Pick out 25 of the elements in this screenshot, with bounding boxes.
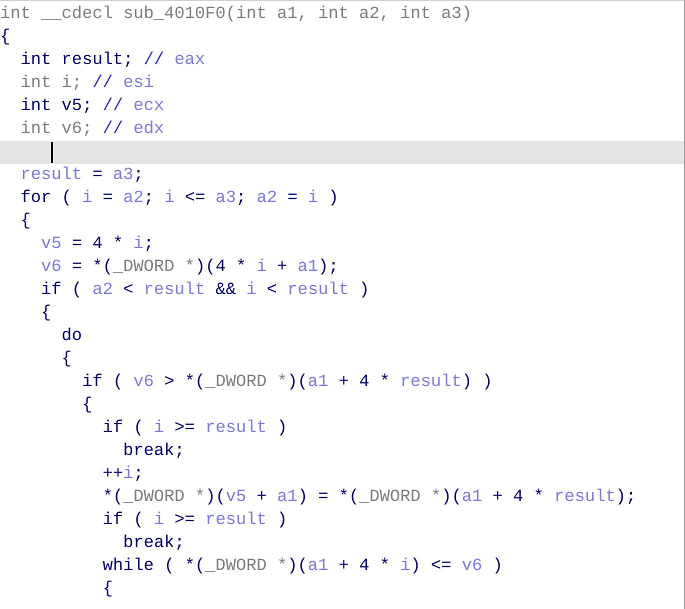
code-line: {	[81, 395, 92, 417]
code-line: v6 = *(_DWORD *)(4 * i + a1);	[40, 257, 339, 279]
code-line: break;	[122, 533, 185, 555]
code-line: int i; // esi	[20, 73, 154, 95]
code-line: result = a3;	[20, 165, 144, 187]
code-line: if ( v6 > *(_DWORD *)(a1 + 4 * result) )	[81, 372, 492, 394]
code-line: *(_DWORD *)(v5 + a1) = *(_DWORD *)(a1 + 4 * result);	[102, 487, 636, 509]
code-line: ++i;	[102, 464, 144, 486]
code-line: if ( i >= result )	[102, 418, 288, 440]
code-line: for ( i = a2; i <= a3; a2 = i )	[20, 188, 339, 210]
code-line: do	[60, 326, 82, 348]
code-line: {	[0, 27, 10, 49]
code-line: {	[102, 579, 113, 601]
code-line: int result; // eax	[20, 50, 206, 72]
code-line: {	[60, 349, 72, 371]
code-line: {	[40, 303, 52, 325]
code-line: if ( a2 < result && i < result )	[40, 280, 370, 302]
code-line: while ( *(_DWORD *)(a1 + 4 * i) <= v6 )	[102, 556, 503, 578]
code-line: v5 = 4 * i;	[40, 234, 154, 256]
code-line: break;	[122, 441, 185, 463]
code-line: {	[20, 211, 31, 233]
code-line: int v5; // ecx	[20, 96, 164, 118]
code-line: int v6; // edx	[20, 119, 164, 141]
code-line: if ( i >= result )	[102, 510, 288, 532]
code-line: int __cdecl sub_4010F0(int a1, int a2, int a3)	[0, 4, 472, 26]
